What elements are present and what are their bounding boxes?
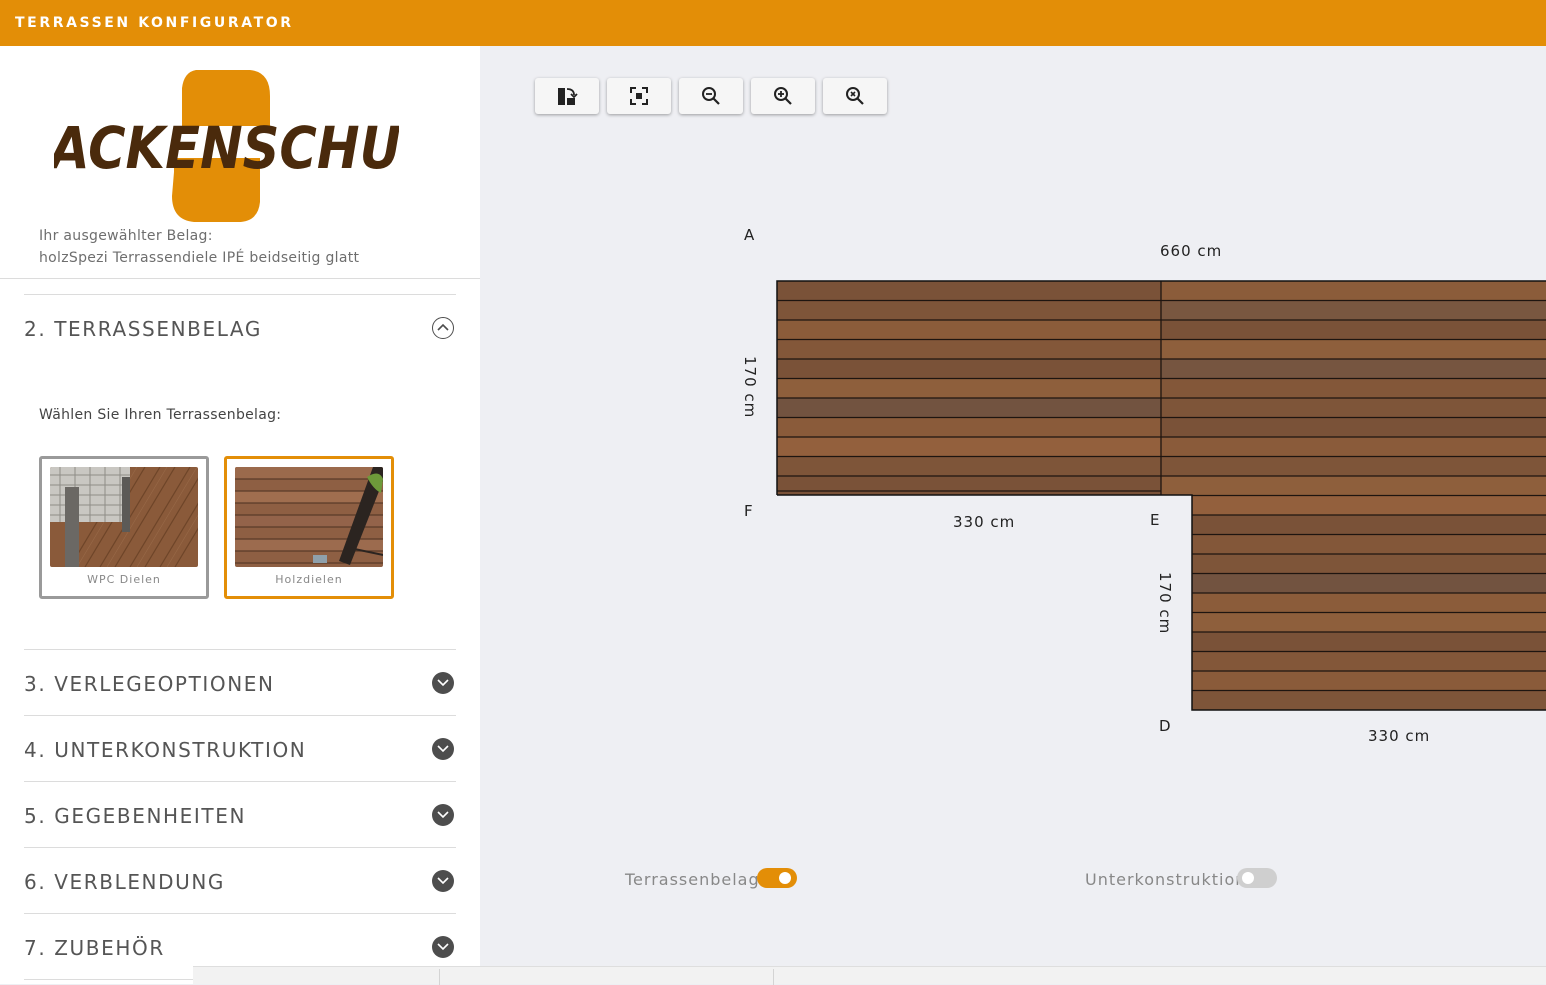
planner-canvas[interactable]: A 660 cm 170 cm F 330 cm E 170 cm D 330 … — [480, 46, 1546, 966]
accordion-title: 5. GEGEBENHEITEN — [24, 804, 247, 828]
toggle-label-unterkonstruktion: Unterkonstruktion — [1085, 870, 1247, 889]
accordion-section-verblendung[interactable]: 6. VERBLENDUNG — [24, 848, 456, 914]
accordion-section-terrassenbelag: 2. TERRASSENBELAG Wählen Sie Ihren Terra… — [24, 295, 456, 650]
dimension-inner-right: 170 cm — [1156, 572, 1174, 635]
wpc-thumbnail — [50, 467, 198, 567]
selected-covering-value: holzSpezi Terrassendiele IPÉ beidseitig … — [39, 250, 360, 266]
accordion-title: 3. VERLEGEOPTIONEN — [24, 672, 275, 696]
covering-option-wpc[interactable]: WPC Dielen — [39, 456, 209, 599]
chevron-down-icon[interactable] — [432, 936, 454, 958]
dimension-bottom: 330 cm — [1368, 727, 1431, 745]
unterkonstruktion-toggle[interactable] — [1237, 868, 1277, 888]
dimension-left: 170 cm — [741, 356, 759, 419]
dimension-top: 660 cm — [1160, 242, 1223, 260]
svg-text:HACKENSCHUH: HACKENSCHUH — [54, 114, 399, 182]
corner-label-e: E — [1150, 511, 1160, 529]
accordion-section-unterkonstruktion[interactable]: 4. UNTERKONSTRUKTION — [24, 716, 456, 782]
bottom-strip — [193, 966, 1546, 985]
chevron-down-icon[interactable] — [432, 672, 454, 694]
toggle-knob — [1242, 872, 1254, 884]
accordion-section-verlegeoptionen[interactable]: 3. VERLEGEOPTIONEN — [24, 650, 456, 716]
corner-label-d: D — [1159, 717, 1171, 735]
covering-prompt: Wählen Sie Ihren Terrassenbelag: — [39, 407, 282, 423]
selected-covering-info: Ihr ausgewählter Belag: holzSpezi Terras… — [39, 225, 359, 269]
deck-plan[interactable] — [480, 46, 1546, 966]
selected-covering-label: Ihr ausgewählter Belag: — [39, 228, 213, 244]
chevron-down-icon[interactable] — [432, 804, 454, 826]
accordion-title: 6. VERBLENDUNG — [24, 870, 226, 894]
dimension-inner-bottom: 330 cm — [953, 513, 1016, 531]
app-title: TERRASSEN KONFIGURATOR — [15, 15, 294, 31]
app-header: TERRASSEN KONFIGURATOR — [0, 0, 1546, 46]
terrassenbelag-toggle[interactable] — [757, 868, 797, 888]
accordion-title[interactable]: 2. TERRASSENBELAG — [24, 317, 262, 341]
toggle-knob — [779, 872, 791, 884]
corner-label-a: A — [744, 226, 755, 244]
accordion-section-gegebenheiten[interactable]: 5. GEGEBENHEITEN — [24, 782, 456, 848]
chevron-down-icon[interactable] — [432, 738, 454, 760]
sidebar: HACKENSCHUH Ihr ausgewählter Belag: holz… — [0, 46, 480, 984]
toggle-label-terrassenbelag: Terrassenbelag — [625, 870, 760, 889]
brand-logo: HACKENSCHUH — [7, 68, 444, 224]
chevron-up-icon[interactable] — [432, 317, 454, 339]
divider — [439, 969, 440, 985]
option-label: WPC Dielen — [87, 573, 161, 586]
divider — [0, 278, 480, 279]
holz-thumbnail — [235, 467, 383, 567]
covering-option-holz[interactable]: Holzdielen — [224, 456, 394, 599]
chevron-down-icon[interactable] — [432, 870, 454, 892]
option-label: Holzdielen — [275, 573, 343, 586]
accordion-title: 7. ZUBEHÖR — [24, 936, 165, 960]
divider — [773, 969, 774, 985]
corner-label-f: F — [744, 502, 753, 520]
accordion-title: 4. UNTERKONSTRUKTION — [24, 738, 307, 762]
